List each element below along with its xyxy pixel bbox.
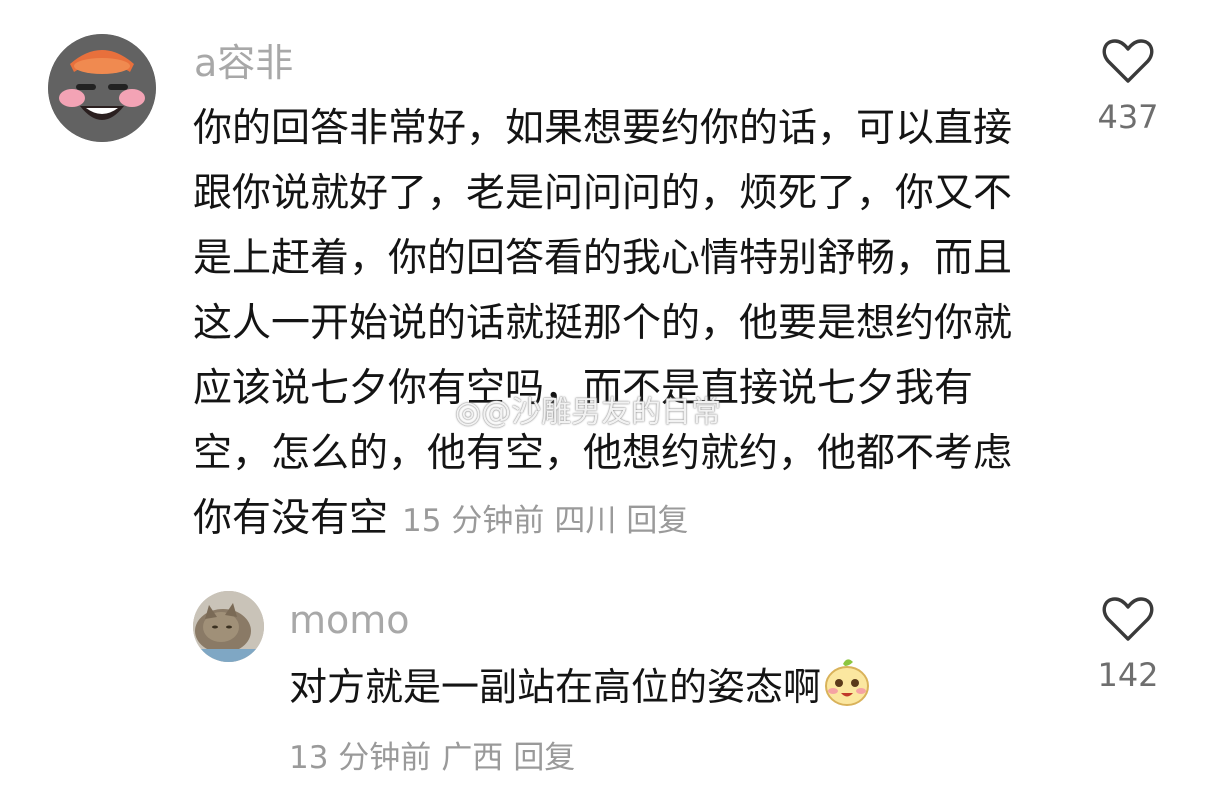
commenter-username[interactable]: a容非	[194, 44, 293, 82]
reply-body: 对方就是一副站在高位的姿态啊	[289, 656, 871, 717]
heart-outline-icon	[1102, 597, 1154, 641]
reply-button[interactable]: 回复	[626, 503, 688, 539]
reply-meta: 13 分钟前 广西 回复	[289, 732, 575, 777]
reply-time: 13 分钟前	[289, 740, 432, 776]
reply-avatar[interactable]	[193, 591, 264, 662]
reply-username[interactable]: momo	[289, 601, 410, 639]
heart-outline-icon	[1102, 39, 1154, 83]
reply-like-button[interactable]: 142	[1078, 596, 1178, 694]
commenter-avatar[interactable]	[48, 34, 156, 142]
reply-location: 广西	[441, 740, 504, 776]
watermark: ◎@沙雕男友的日常	[455, 387, 721, 431]
cat-photo-avatar-image	[193, 591, 264, 662]
comment-location: 四川	[554, 503, 617, 539]
comment-like-count: 437	[1097, 98, 1159, 136]
reply-reply-button[interactable]: 回复	[513, 740, 575, 776]
cartoon-face-avatar-image	[48, 34, 156, 142]
watermark-text: @沙雕男友的日常	[481, 395, 722, 430]
reply-like-count: 142	[1097, 656, 1159, 694]
comment-like-button[interactable]: 437	[1078, 38, 1178, 136]
comment-text: 你的回答非常好，如果想要约你的话，可以直接跟你说就好了，老是问问问的，烦死了，你…	[193, 106, 1013, 541]
comment-time: 15 分钟前	[402, 503, 545, 539]
weibo-logo-icon: ◎	[455, 395, 482, 430]
comment-body: 你的回答非常好，如果想要约你的话，可以直接跟你说就好了，老是问问问的，烦死了，你…	[193, 96, 1038, 554]
reply-text: 对方就是一副站在高位的姿态啊	[289, 665, 822, 709]
comment-meta: 15 分钟前 四川 回复	[402, 503, 688, 539]
smiling-face-emoji-icon	[825, 659, 870, 706]
